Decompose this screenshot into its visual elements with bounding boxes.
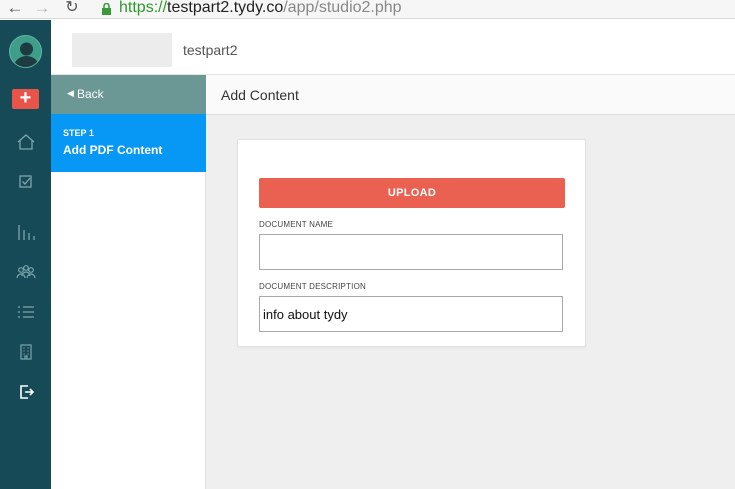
logo-placeholder [72, 33, 172, 67]
main-content: Add Content UPLOAD DOCUMENT NAME DOCUMEN… [206, 75, 735, 489]
back-button[interactable]: ◀ Back [51, 75, 206, 114]
bar-chart-icon[interactable] [14, 222, 38, 242]
plus-icon: + [19, 87, 32, 109]
step-title: Add PDF Content [63, 143, 163, 157]
home-icon[interactable] [14, 132, 38, 152]
add-button[interactable]: + [12, 87, 39, 109]
reload-icon[interactable]: ↻ [63, 0, 81, 17]
browser-toolbar: ← → ↻ https://testpart2.tydy.co/app/stud… [0, 0, 735, 19]
left-rail: + [0, 20, 51, 489]
url-host: testpart2.tydy.co [167, 0, 284, 16]
users-icon[interactable] [14, 262, 38, 282]
upload-button[interactable]: UPLOAD [259, 178, 565, 208]
page-title: Add Content [221, 87, 299, 103]
url-scheme: https:// [119, 0, 168, 16]
step-number: STEP 1 [63, 128, 94, 138]
step-item-active[interactable]: STEP 1 Add PDF Content [51, 114, 206, 172]
document-description-label: DOCUMENT DESCRIPTION [259, 282, 366, 291]
back-label: Back [77, 87, 104, 101]
document-name-field[interactable] [259, 234, 563, 270]
site-name: testpart2 [183, 42, 238, 58]
content-header: Add Content [206, 75, 735, 115]
logout-icon[interactable] [14, 382, 38, 402]
forward-arrow-icon[interactable]: → [33, 0, 51, 17]
top-header: testpart2 [51, 20, 735, 75]
checkbox-icon[interactable] [14, 172, 38, 192]
user-avatar-icon [14, 42, 39, 67]
avatar[interactable] [9, 35, 42, 68]
lock-icon [101, 2, 112, 15]
document-name-label: DOCUMENT NAME [259, 220, 334, 229]
upload-card: UPLOAD DOCUMENT NAME DOCUMENT DESCRIPTIO… [237, 139, 586, 347]
url-path: /app/studio2.php [283, 0, 402, 16]
document-description-field[interactable] [259, 296, 563, 332]
caret-left-icon: ◀ [67, 88, 74, 98]
list-icon[interactable] [14, 302, 38, 322]
building-icon[interactable] [14, 342, 38, 362]
address-bar[interactable]: https://testpart2.tydy.co/app/studio2.ph… [119, 0, 402, 16]
steps-panel: ◀ Back STEP 1 Add PDF Content [51, 75, 206, 489]
back-arrow-icon[interactable]: ← [6, 0, 24, 17]
